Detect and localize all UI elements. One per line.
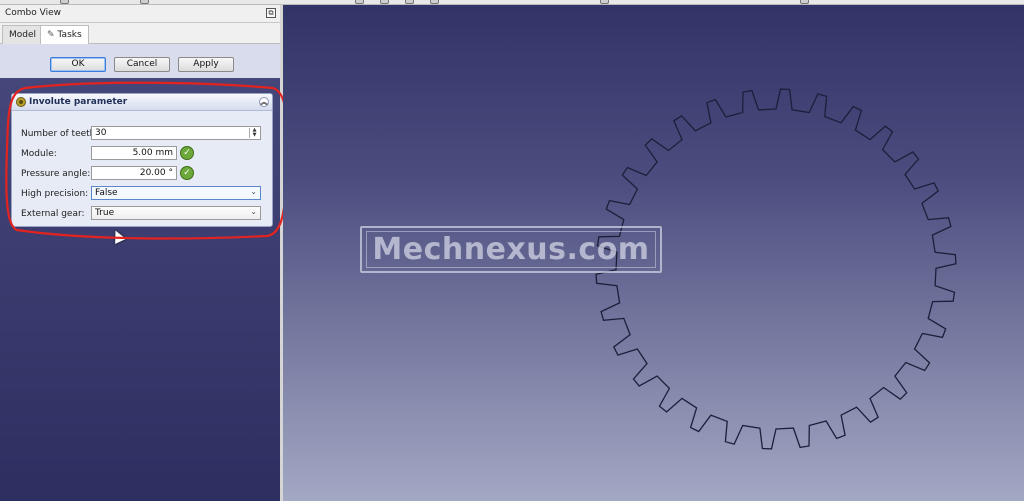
teeth-label: Number of teeth: [21,129,99,139]
toolbar-icon[interactable] [380,0,389,4]
dialog-button-row: OK Cancel Apply [0,44,280,78]
tab-tasks-label: Tasks [57,30,82,40]
toolbar-icon[interactable] [800,0,809,4]
teeth-value: 30 [95,128,107,138]
involute-parameter-box: Involute parameter ︽ Number of teeth: 30… [11,93,273,227]
task-panel: OK Cancel Apply Involute parameter ︽ Num… [0,44,280,501]
high-precision-row: High precision: False ⌄ [12,186,272,202]
toolbar-icon[interactable] [355,0,364,4]
toolbar-icon[interactable] [405,0,414,4]
toolbar-icon[interactable] [60,0,69,4]
external-gear-select[interactable]: True ⌄ [91,206,261,220]
check-icon: ✓ [180,166,194,180]
high-precision-value: False [95,188,118,198]
toolbar-icon[interactable] [600,0,609,4]
module-field[interactable]: 5.00 mm [91,146,177,160]
involute-parameter-header[interactable]: Involute parameter ︽ [12,94,272,111]
involute-parameter-title: Involute parameter [29,97,128,107]
external-gear-label: External gear: [21,209,85,219]
tab-tasks[interactable]: ✎ Tasks [40,25,89,45]
spin-arrows-icon[interactable]: ▲ ▼ [249,128,259,138]
panel-tabs: Model ✎ Tasks [0,23,280,45]
cancel-button[interactable]: Cancel [114,57,170,72]
ok-button[interactable]: OK [50,57,106,72]
pressure-angle-field[interactable]: 20.00 ° [91,166,177,180]
pressure-angle-row: Pressure angle: 20.00 ° ✓ [12,166,272,182]
tab-model[interactable]: Model [2,25,44,44]
mouse-cursor-icon [110,228,126,244]
panel-title: Combo View [5,8,61,18]
watermark-text: Mechnexus.com [366,231,656,268]
float-window-icon[interactable]: ⧉ [266,8,276,18]
teeth-row: Number of teeth: 30 ▲ ▼ [12,126,272,142]
module-label: Module: [21,149,57,159]
high-precision-label: High precision: [21,189,89,199]
pressure-angle-label: Pressure angle: [21,169,91,179]
wrench-icon: ✎ [47,30,55,40]
high-precision-select[interactable]: False ⌄ [91,186,261,200]
apply-button[interactable]: Apply [178,57,234,72]
chevron-down-icon: ⌄ [250,207,257,216]
toolbar-icon[interactable] [430,0,439,4]
external-gear-row: External gear: True ⌄ [12,206,272,222]
check-icon: ✓ [180,146,194,160]
collapse-icon[interactable]: ︽ [259,97,269,107]
module-row: Module: 5.00 mm ✓ [12,146,272,162]
panel-title-bar: Combo View ⧉ [0,5,280,23]
chevron-down-icon: ⌄ [250,187,257,196]
combo-view-panel: Combo View ⧉ Model ✎ Tasks OK Cancel Appl… [0,5,283,501]
teeth-spinbox[interactable]: 30 ▲ ▼ [91,126,261,140]
gear-icon [16,97,26,107]
watermark: Mechnexus.com [360,226,662,273]
toolbar-icon[interactable] [140,0,149,4]
external-gear-value: True [95,208,115,218]
